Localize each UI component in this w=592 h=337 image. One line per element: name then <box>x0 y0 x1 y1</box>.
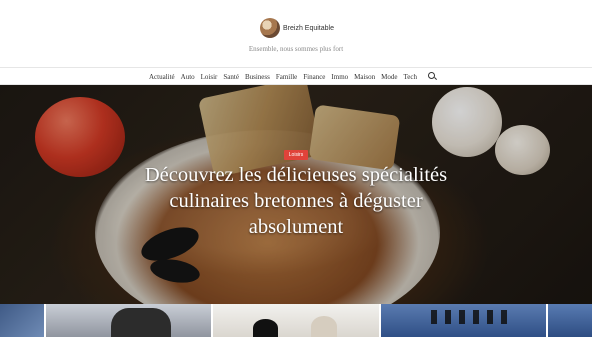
nav-item-maison[interactable]: Maison <box>354 73 375 81</box>
thumbnail-3-image-2 <box>311 316 338 337</box>
logo-icon <box>260 18 280 38</box>
nav-item-immo[interactable]: Immo <box>331 73 348 81</box>
site-name: Breizh Equitable <box>283 24 334 32</box>
thumbnail-4[interactable] <box>380 304 547 337</box>
main-nav: Actualité Auto Loisir Santé Business Fam… <box>0 67 592 85</box>
nav-item-mode[interactable]: Mode <box>381 73 397 81</box>
thumbnail-4-image <box>430 310 511 324</box>
nav-item-finance[interactable]: Finance <box>303 73 325 81</box>
site-tagline: Ensemble, nous sommes plus fort <box>248 45 344 53</box>
nav-item-tech[interactable]: Tech <box>404 73 418 81</box>
thumbnail-3-image <box>253 319 279 337</box>
thumbnail-5[interactable] <box>548 304 592 337</box>
thumbnail-2[interactable] <box>45 304 212 337</box>
site-header: Breizh Equitable Ensemble, nous sommes p… <box>0 0 592 67</box>
search-icon[interactable] <box>428 72 437 81</box>
nav-item-business[interactable]: Business <box>245 73 270 81</box>
nav-item-actualite[interactable]: Actualité <box>149 73 175 81</box>
nav-item-auto[interactable]: Auto <box>181 73 195 81</box>
thumbnail-1[interactable] <box>0 304 44 337</box>
hero-article[interactable]: Loisirs Découvrez les délicieuses spécia… <box>0 85 592 304</box>
nav-item-famille[interactable]: Famille <box>276 73 297 81</box>
nav-item-loisir[interactable]: Loisir <box>201 73 218 81</box>
article-thumbnails <box>0 304 592 337</box>
hero-title[interactable]: Découvrez les délicieuses spécialités cu… <box>120 162 472 240</box>
site-logo[interactable]: Breizh Equitable <box>260 17 340 39</box>
category-badge[interactable]: Loisirs <box>284 150 308 160</box>
nav-item-sante[interactable]: Santé <box>223 73 239 81</box>
thumbnail-3[interactable] <box>213 304 379 337</box>
thumbnail-2-image <box>110 308 171 337</box>
